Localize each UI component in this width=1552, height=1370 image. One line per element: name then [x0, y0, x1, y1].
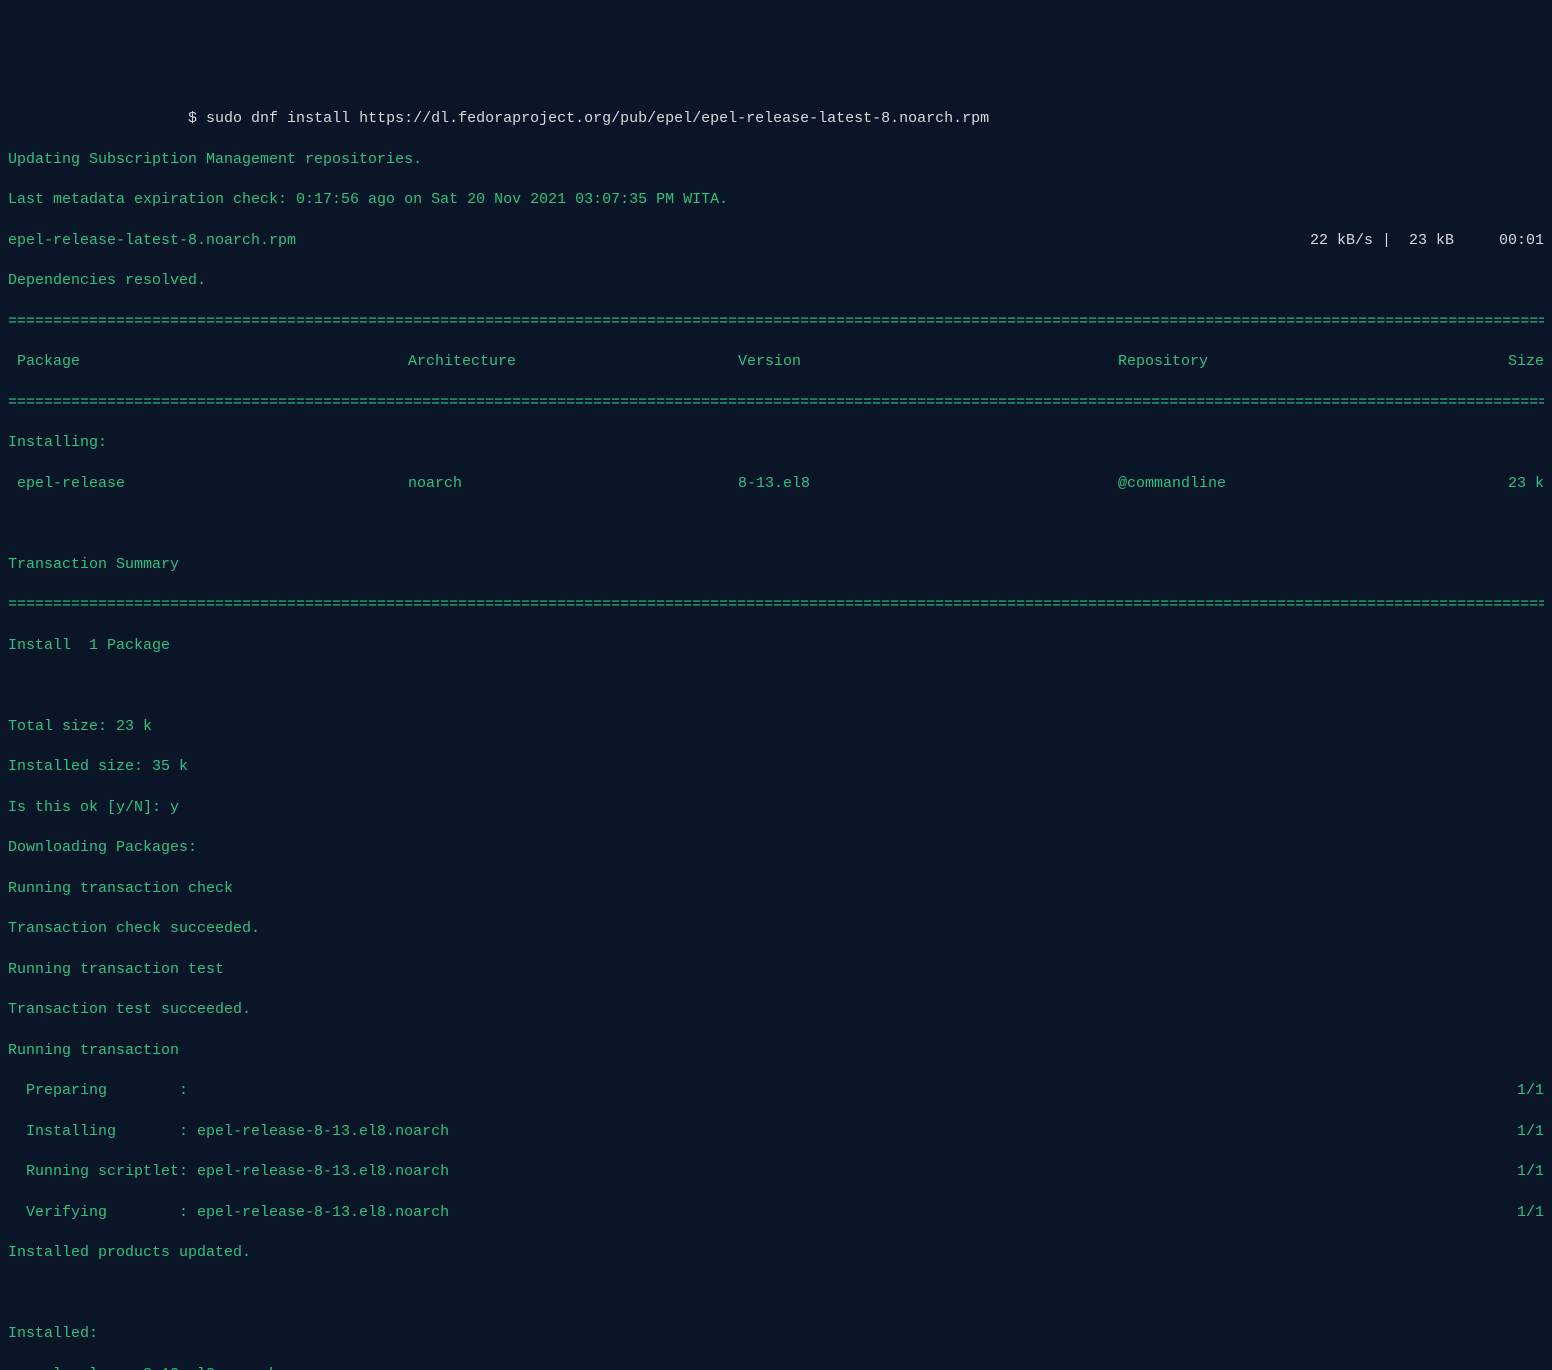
prompt-indent	[8, 110, 188, 127]
package-name: epel-release	[8, 474, 408, 494]
transaction-summary-header: Transaction Summary	[8, 555, 1544, 575]
step-verifying: Verifying : epel-release-8-13.el8.noarch…	[8, 1203, 1544, 1223]
download-stats: 22 kB/s | 23 kB 00:01	[1310, 231, 1544, 251]
prompt-symbol: $	[188, 110, 206, 127]
step-label: Verifying : epel-release-8-13.el8.noarch	[8, 1203, 1517, 1223]
package-repo: @commandline	[1118, 474, 1488, 494]
command-prompt: $ sudo dnf install https://dl.fedoraproj…	[8, 109, 1544, 129]
header-repository: Repository	[1118, 352, 1488, 372]
terminal-output: $ sudo dnf install https://dl.fedoraproj…	[8, 89, 1544, 1370]
running-transaction: Running transaction	[8, 1041, 1544, 1061]
step-progress: 1/1	[1517, 1203, 1544, 1223]
installed-header: Installed:	[8, 1324, 1544, 1344]
output-line-updating: Updating Subscription Management reposit…	[8, 150, 1544, 170]
step-preparing: Preparing :1/1	[8, 1081, 1544, 1101]
header-architecture: Architecture	[408, 352, 738, 372]
transaction-check-ok: Transaction check succeeded.	[8, 919, 1544, 939]
transaction-test-ok: Transaction test succeeded.	[8, 1000, 1544, 1020]
step-label: Installing : epel-release-8-13.el8.noarc…	[8, 1122, 1517, 1142]
download-status-row: epel-release-latest-8.noarch.rpm22 kB/s …	[8, 231, 1544, 251]
package-arch: noarch	[408, 474, 738, 494]
header-size: Size	[1488, 352, 1544, 372]
output-line-metadata: Last metadata expiration check: 0:17:56 …	[8, 190, 1544, 210]
installed-package: epel-release-8-13.el8.noarch	[8, 1365, 1544, 1370]
header-version: Version	[738, 352, 1118, 372]
step-progress: 1/1	[1517, 1122, 1544, 1142]
blank-line	[8, 514, 1544, 534]
table-header-row: PackageArchitectureVersionRepositorySize	[8, 352, 1544, 372]
install-count: Install 1 Package	[8, 636, 1544, 656]
products-updated: Installed products updated.	[8, 1243, 1544, 1263]
download-file: epel-release-latest-8.noarch.rpm	[8, 231, 1310, 251]
step-installing: Installing : epel-release-8-13.el8.noarc…	[8, 1122, 1544, 1142]
transaction-check: Running transaction check	[8, 879, 1544, 899]
total-size: Total size: 23 k	[8, 717, 1544, 737]
downloading-packages: Downloading Packages:	[8, 838, 1544, 858]
step-progress: 1/1	[1517, 1081, 1544, 1101]
separator-line: ========================================…	[8, 312, 1544, 332]
transaction-test: Running transaction test	[8, 960, 1544, 980]
step-scriptlet: Running scriptlet: epel-release-8-13.el8…	[8, 1162, 1544, 1182]
step-label: Preparing :	[8, 1081, 1517, 1101]
installing-header: Installing:	[8, 433, 1544, 453]
output-line-deps: Dependencies resolved.	[8, 271, 1544, 291]
package-size: 23 k	[1488, 474, 1544, 494]
package-version: 8-13.el8	[738, 474, 1118, 494]
separator-line: ========================================…	[8, 595, 1544, 615]
installed-size: Installed size: 35 k	[8, 757, 1544, 777]
confirm-prompt: Is this ok [y/N]: y	[8, 798, 1544, 818]
step-label: Running scriptlet: epel-release-8-13.el8…	[8, 1162, 1517, 1182]
header-package: Package	[8, 352, 408, 372]
command-text: sudo dnf install https://dl.fedoraprojec…	[206, 110, 989, 127]
package-row: epel-releasenoarch8-13.el8@commandline23…	[8, 474, 1544, 494]
blank-line	[8, 676, 1544, 696]
step-progress: 1/1	[1517, 1162, 1544, 1182]
separator-line: ========================================…	[8, 393, 1544, 413]
blank-line	[8, 1284, 1544, 1304]
